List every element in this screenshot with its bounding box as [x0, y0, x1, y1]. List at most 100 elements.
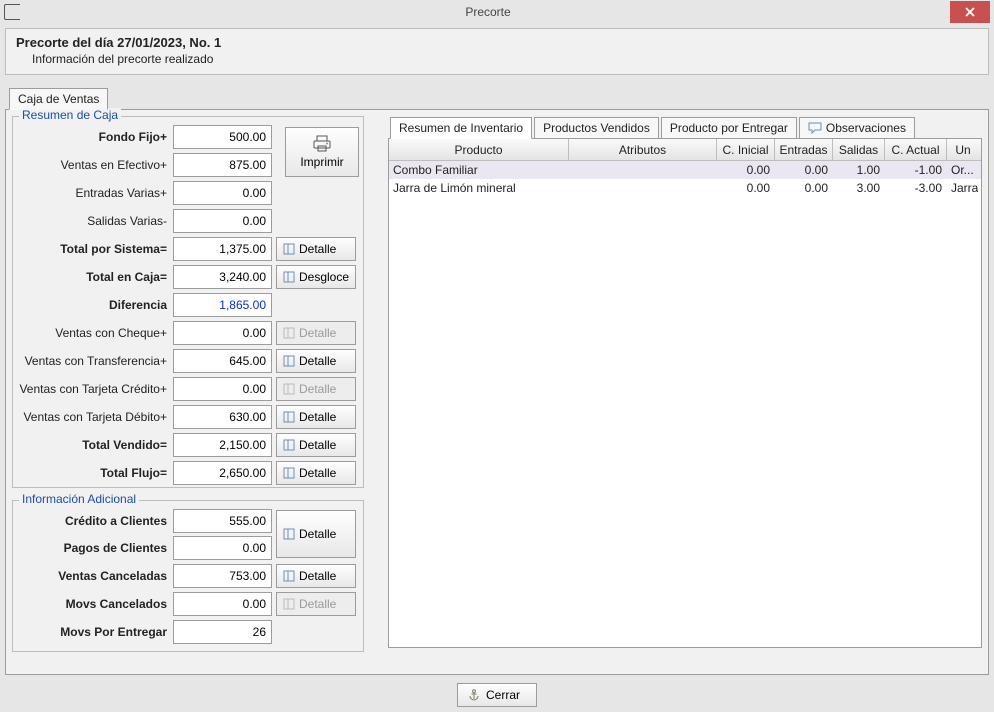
cell-un: Or... [947, 162, 979, 178]
col-salidas[interactable]: Salidas [833, 139, 885, 160]
cell-un: Jarra [947, 180, 979, 196]
close-button[interactable] [950, 1, 990, 23]
detail-icon [283, 598, 295, 610]
titlebar: Precorte [0, 0, 994, 24]
cell-cactual: -3.00 [885, 180, 947, 196]
detalle-label: Detalle [299, 438, 336, 452]
total-vendido-label: Total Vendido= [17, 438, 169, 452]
ventas-cheque-input[interactable] [173, 321, 272, 345]
detalle-label: Detalle [299, 597, 336, 611]
credito-clientes-label: Crédito a Clientes [17, 514, 169, 528]
cell-entradas: 0.00 [775, 180, 833, 196]
cell-atributos [569, 187, 717, 189]
total-caja-input[interactable] [173, 265, 272, 289]
detalle-total-vendido-button[interactable]: Detalle [276, 433, 356, 457]
tab-caja-ventas[interactable]: Caja de Ventas [9, 88, 108, 110]
movs-entregar-input[interactable] [173, 620, 272, 644]
detail-icon [283, 528, 295, 540]
anchor-icon [468, 689, 480, 701]
detail-icon [283, 570, 295, 582]
diferencia-label: Diferencia [17, 298, 169, 312]
detail-icon [283, 383, 295, 395]
fondo-fijo-label: Fondo Fijo+ [17, 130, 169, 144]
col-cinicial[interactable]: C. Inicial [717, 139, 775, 160]
inventory-grid[interactable]: Producto Atributos C. Inicial Entradas S… [388, 138, 982, 648]
cell-entradas: 0.00 [775, 162, 833, 178]
detalle-movs-cancelados-button: Detalle [276, 592, 356, 616]
detalle-label: Detalle [299, 382, 336, 396]
total-sistema-input[interactable] [173, 237, 272, 261]
detalle-label: Detalle [299, 410, 336, 424]
detalle-canceladas-button[interactable]: Detalle [276, 564, 356, 588]
detail-icon [283, 467, 295, 479]
ventas-td-label: Ventas con Tarjeta Débito+ [17, 410, 169, 424]
header-panel: Precorte del día 27/01/2023, No. 1 Infor… [5, 28, 989, 75]
detail-icon [283, 327, 295, 339]
ventas-canceladas-input[interactable] [173, 564, 272, 588]
resumen-legend: Resumen de Caja [19, 108, 121, 122]
tab-observaciones[interactable]: Observaciones [799, 117, 915, 139]
window-title: Precorte [26, 5, 950, 19]
movs-cancelados-label: Movs Cancelados [17, 597, 169, 611]
total-flujo-label: Total Flujo= [17, 466, 169, 480]
detalle-total-flujo-button[interactable]: Detalle [276, 461, 356, 485]
cell-cinicial: 0.00 [717, 162, 775, 178]
detalle-td-button[interactable]: Detalle [276, 405, 356, 429]
info-adicional-legend: Información Adicional [19, 492, 139, 506]
detalle-cheque-button: Detalle [276, 321, 356, 345]
cell-salidas: 1.00 [833, 162, 885, 178]
desgloce-label: Desgloce [299, 270, 349, 284]
col-un[interactable]: Un [947, 139, 979, 160]
total-sistema-label: Total por Sistema= [17, 242, 169, 256]
total-caja-label: Total en Caja= [17, 270, 169, 284]
col-entradas[interactable]: Entradas [775, 139, 833, 160]
grid-row[interactable]: Jarra de Limón mineral 0.00 0.00 3.00 -3… [389, 179, 981, 197]
total-flujo-input[interactable] [173, 461, 272, 485]
detail-icon [283, 439, 295, 451]
cell-producto: Jarra de Limón mineral [389, 180, 569, 196]
grid-row[interactable]: Combo Familiar 0.00 0.00 1.00 -1.00 Or..… [389, 161, 981, 179]
detalle-transf-button[interactable]: Detalle [276, 349, 356, 373]
tab-producto-entregar[interactable]: Producto por Entregar [661, 117, 797, 139]
ventas-cheque-label: Ventas con Cheque+ [17, 326, 169, 340]
col-atributos[interactable]: Atributos [569, 139, 717, 160]
ventas-td-input[interactable] [173, 405, 272, 429]
entradas-varias-input[interactable] [173, 181, 272, 205]
detalle-label: Detalle [299, 354, 336, 368]
salidas-varias-input[interactable] [173, 209, 272, 233]
printer-icon [312, 135, 332, 153]
imprimir-button[interactable]: Imprimir [285, 127, 359, 177]
ventas-efectivo-label: Ventas en Efectivo+ [17, 158, 169, 172]
movs-cancelados-input[interactable] [173, 592, 272, 616]
total-vendido-input[interactable] [173, 433, 272, 457]
app-icon [4, 4, 20, 20]
tab-resumen-inventario[interactable]: Resumen de Inventario [390, 117, 532, 139]
detalle-credito-button[interactable]: Detalle [276, 510, 356, 558]
detail-icon [283, 355, 295, 367]
pagos-clientes-input[interactable] [173, 536, 272, 560]
ventas-efectivo-input[interactable] [173, 153, 272, 177]
ventas-transf-input[interactable] [173, 349, 272, 373]
fondo-fijo-input[interactable] [173, 125, 272, 149]
detalle-total-sistema-button[interactable]: Detalle [276, 237, 356, 261]
col-cactual[interactable]: C. Actual [885, 139, 947, 160]
cerrar-button[interactable]: Cerrar [457, 683, 537, 707]
col-producto[interactable]: Producto [389, 139, 569, 160]
ventas-canceladas-label: Ventas Canceladas [17, 569, 169, 583]
imprimir-label: Imprimir [300, 155, 343, 169]
cerrar-label: Cerrar [486, 688, 520, 702]
ventas-tc-input[interactable] [173, 377, 272, 401]
detalle-label: Detalle [299, 527, 336, 541]
header-title: Precorte del día 27/01/2023, No. 1 [16, 35, 978, 50]
detalle-label: Detalle [299, 326, 336, 340]
cell-cactual: -1.00 [885, 162, 947, 178]
pagos-clientes-label: Pagos de Clientes [17, 541, 169, 555]
speech-bubble-icon [808, 122, 822, 134]
movs-entregar-label: Movs Por Entregar [17, 625, 169, 639]
tab-productos-vendidos[interactable]: Productos Vendidos [534, 117, 659, 139]
diferencia-input[interactable] [173, 293, 272, 317]
credito-clientes-input[interactable] [173, 509, 272, 533]
detail-icon [283, 243, 295, 255]
desgloce-button[interactable]: Desgloce [276, 265, 356, 289]
salidas-varias-label: Salidas Varias- [17, 214, 169, 228]
